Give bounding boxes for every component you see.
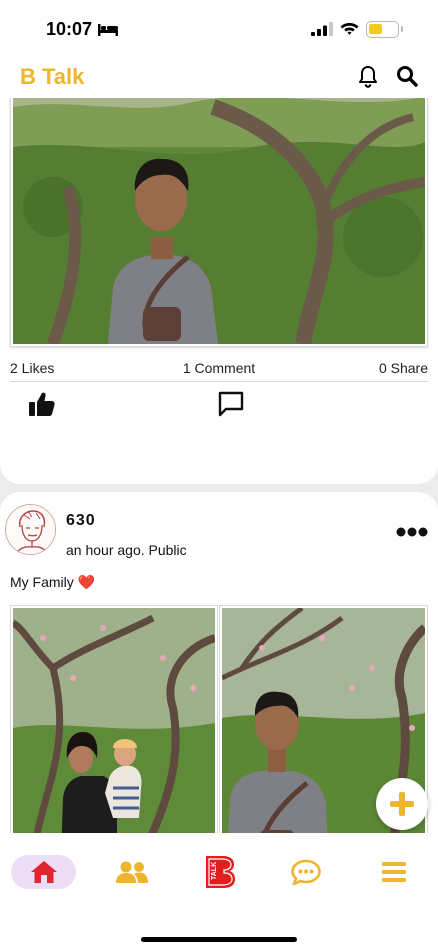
avatar[interactable] bbox=[5, 504, 56, 555]
avatar-sketch-image bbox=[6, 505, 55, 554]
app-bar: B Talk bbox=[0, 56, 438, 98]
grid-photo-family[interactable] bbox=[10, 605, 218, 833]
post-card: 630 an hour ago. Public My Family ❤️ bbox=[0, 492, 438, 833]
plus-icon bbox=[390, 792, 414, 816]
bell-icon[interactable] bbox=[357, 65, 379, 89]
home-indicator bbox=[141, 937, 297, 942]
nav-b-talk[interactable]: TALK bbox=[196, 855, 244, 889]
nav-friends[interactable] bbox=[108, 855, 156, 889]
comments-count[interactable]: 1 Comment bbox=[10, 360, 428, 376]
menu-icon bbox=[382, 862, 406, 882]
battery-icon bbox=[366, 21, 403, 38]
shares-count[interactable]: 0 Share bbox=[379, 360, 428, 376]
app-title: B Talk bbox=[20, 64, 85, 89]
friends-icon bbox=[116, 861, 148, 883]
sleep-mode-icon bbox=[98, 24, 118, 36]
news-feed[interactable]: 2 Likes 1 Comment 0 Share 630 an hour ag… bbox=[0, 98, 438, 833]
b-talk-logo-text: TALK bbox=[211, 862, 218, 880]
status-time: 10:07 bbox=[46, 19, 93, 39]
status-bar: 10:07 bbox=[0, 0, 438, 56]
cellular-signal-icon bbox=[311, 22, 333, 36]
post-meta: an hour ago. Public bbox=[66, 542, 187, 558]
wifi-icon bbox=[340, 23, 359, 35]
chat-icon bbox=[291, 859, 321, 885]
more-options-icon[interactable] bbox=[396, 526, 428, 538]
heart-emoji: ❤️ bbox=[77, 574, 96, 590]
b-talk-logo: TALK bbox=[206, 856, 235, 888]
nav-home[interactable] bbox=[11, 855, 76, 889]
nav-menu[interactable] bbox=[370, 855, 418, 889]
photo-man-in-garden bbox=[13, 98, 425, 344]
post-photo[interactable] bbox=[10, 98, 428, 347]
post-caption: My Family ❤️ bbox=[10, 574, 95, 591]
post-card: 2 Likes 1 Comment 0 Share bbox=[0, 98, 438, 484]
caption-text: My Family bbox=[10, 574, 74, 590]
home-icon bbox=[30, 861, 57, 883]
thumbs-up-icon[interactable] bbox=[28, 390, 56, 418]
nav-chat[interactable] bbox=[282, 855, 330, 889]
post-stats: 2 Likes 1 Comment 0 Share bbox=[10, 356, 428, 380]
comment-icon[interactable] bbox=[217, 390, 245, 418]
create-post-button[interactable] bbox=[376, 778, 428, 830]
search-icon[interactable] bbox=[396, 65, 418, 87]
bottom-navigation: TALK bbox=[0, 833, 438, 950]
post-author[interactable]: 630 bbox=[66, 512, 96, 530]
stats-divider bbox=[10, 381, 428, 382]
photo-family bbox=[13, 608, 215, 833]
